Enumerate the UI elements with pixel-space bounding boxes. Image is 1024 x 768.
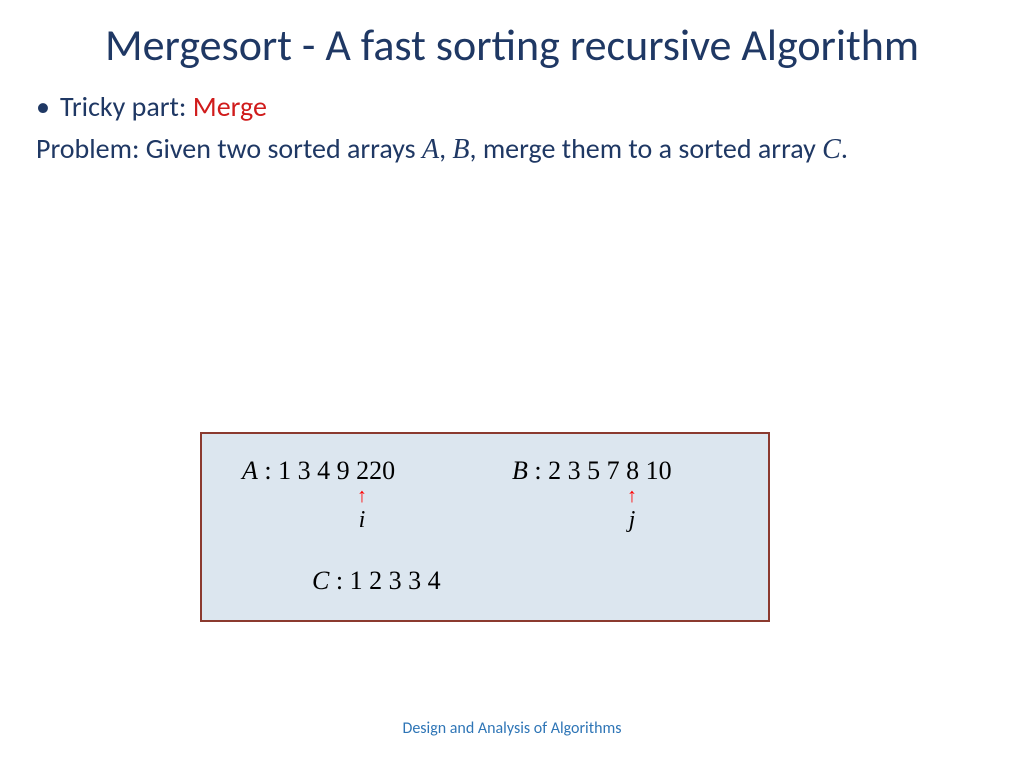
problem-statement: Problem: Given two sorted arrays A, B, m…	[0, 124, 1024, 169]
problem-text-2: , merge them to a sorted array	[470, 131, 823, 166]
footer-text: Design and Analysis of Algorithms	[0, 719, 1024, 738]
array-B-label: B	[512, 456, 528, 485]
slide-title: Mergesort - A fast sorting recursive Alg…	[0, 0, 1024, 71]
var-A: A	[422, 134, 439, 165]
arrow-up-icon: ↑	[352, 486, 372, 506]
var-B: B	[452, 134, 469, 165]
array-C-row: C : 1 2 3 3 4	[312, 566, 441, 596]
array-C-values: 1 2 3 3 4	[350, 566, 441, 595]
array-B-row: B : 2 3 5 7 8 10	[512, 456, 672, 486]
array-A-values: 1 3 4 9 220	[278, 456, 395, 485]
problem-text-3: .	[841, 131, 848, 166]
array-A-row: A : 1 3 4 9 220	[242, 456, 395, 486]
merge-diagram: A : 1 3 4 9 220 B : 2 3 5 7 8 10 ↑ i ↑ j…	[200, 432, 770, 622]
bullet-tricky-part: Tricky part: Merge	[0, 89, 1024, 124]
problem-sep-1: ,	[439, 131, 452, 166]
array-A-label: A	[242, 456, 258, 485]
pointer-i-label: i	[352, 506, 372, 535]
bullet-highlight: Merge	[193, 89, 267, 124]
pointer-j-label: j	[622, 506, 642, 535]
array-C-label: C	[312, 566, 329, 595]
arrow-up-icon: ↑	[622, 486, 642, 506]
var-C: C	[822, 134, 841, 165]
pointer-j: ↑ j	[622, 486, 642, 535]
array-B-values: 2 3 5 7 8 10	[548, 456, 672, 485]
pointer-i: ↑ i	[352, 486, 372, 535]
problem-text-1: Problem: Given two sorted arrays	[36, 131, 422, 166]
bullet-prefix: Tricky part:	[60, 89, 193, 124]
